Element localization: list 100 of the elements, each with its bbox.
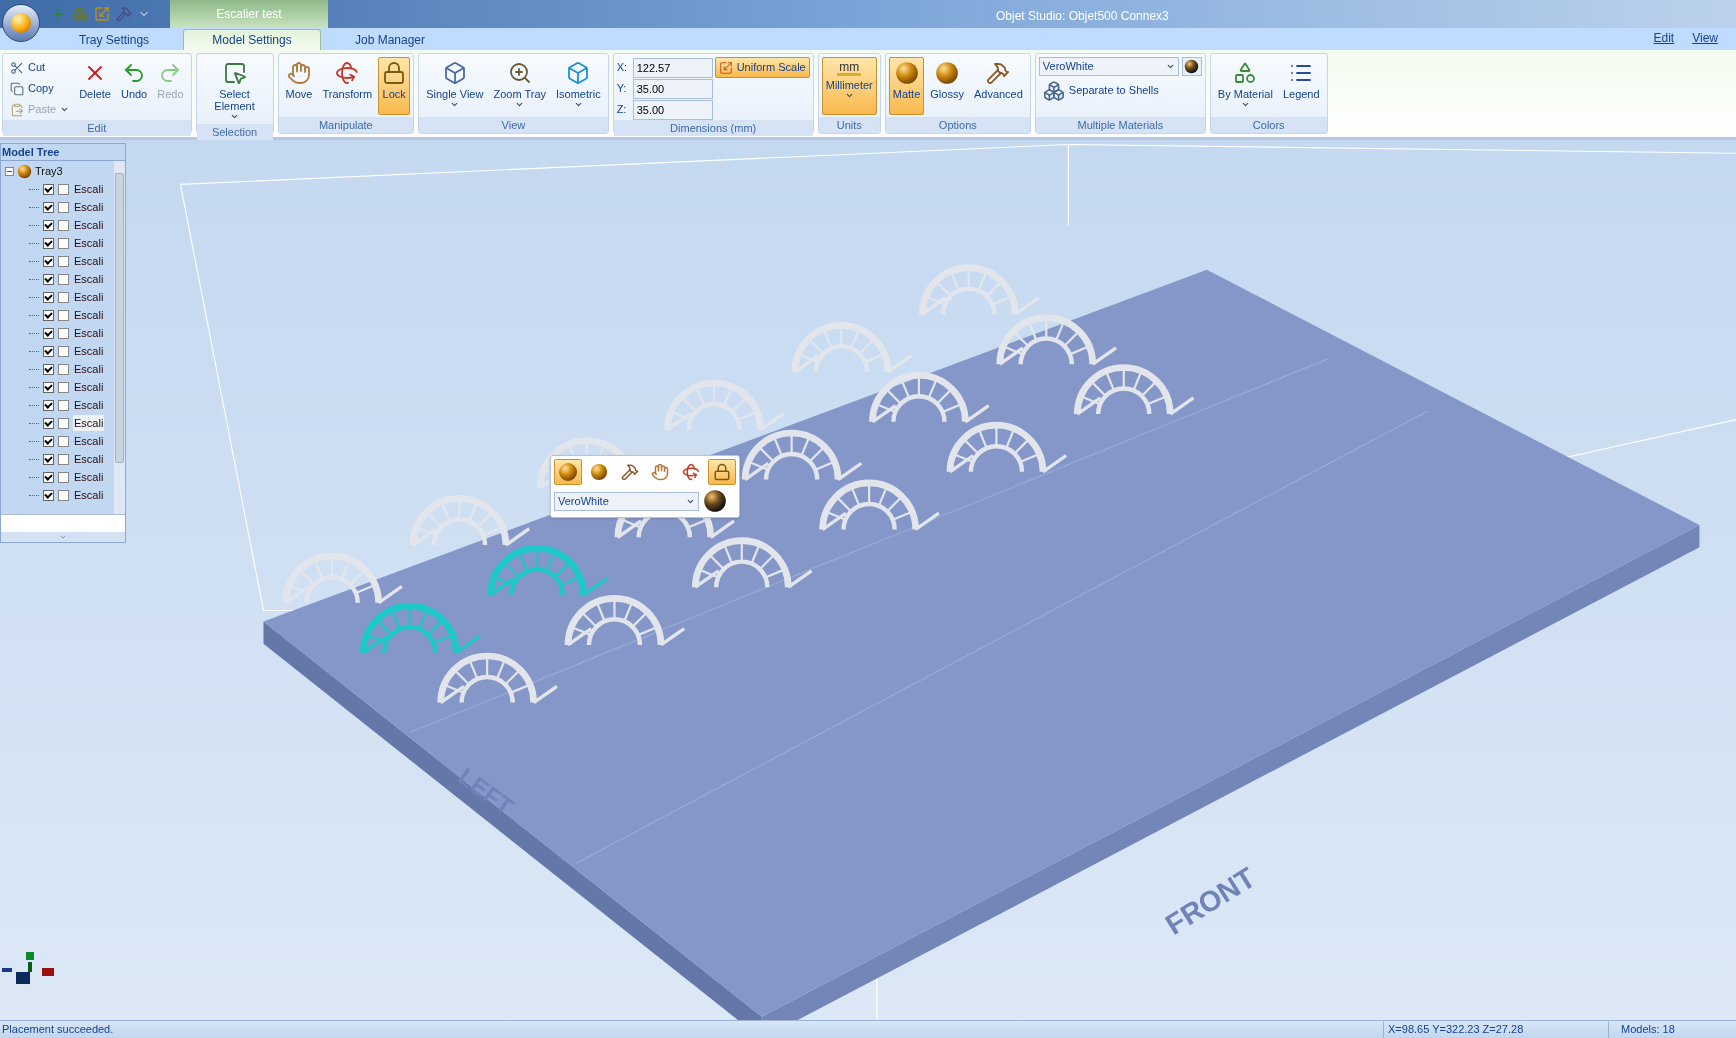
checkbox[interactable] — [43, 363, 54, 375]
ribbon-button[interactable]: Single View — [422, 57, 488, 115]
ribbon-button[interactable]: Legend — [1278, 57, 1324, 115]
tree-item[interactable]: Escali — [73, 342, 105, 360]
checkbox[interactable] — [58, 417, 69, 429]
checkbox[interactable] — [58, 273, 69, 285]
tree-item[interactable]: Escali — [73, 234, 105, 252]
dimension-field[interactable]: 35.00 — [632, 99, 713, 120]
ribbon-tab[interactable]: Job Manager — [321, 29, 459, 50]
tree-item[interactable]: Escali — [73, 468, 105, 486]
checkbox[interactable] — [43, 237, 54, 249]
ribbon-button[interactable]: Undo — [116, 57, 152, 115]
ribbon-button[interactable]: By Material — [1213, 57, 1277, 115]
scrollbar[interactable] — [114, 161, 125, 514]
checkbox[interactable] — [43, 309, 54, 321]
ribbon-button[interactable]: Matte — [888, 57, 925, 115]
sphere-icon — [935, 61, 960, 85]
checkbox[interactable] — [43, 255, 54, 267]
checkbox[interactable] — [58, 201, 69, 213]
ribbon-button[interactable]: Isometric — [552, 57, 605, 115]
tree-item[interactable]: Escali — [73, 270, 105, 288]
ribbon-button[interactable]: Zoom Tray — [489, 57, 550, 115]
group-title: Units — [818, 117, 880, 133]
checkbox[interactable] — [43, 345, 54, 357]
checkbox[interactable] — [58, 453, 69, 465]
checkbox[interactable] — [58, 327, 69, 339]
checkbox[interactable] — [58, 345, 69, 357]
ribbon-button[interactable]: Separate to Shells — [1038, 80, 1202, 101]
tree-item[interactable]: Escali — [73, 360, 105, 378]
checkbox[interactable] — [43, 381, 54, 393]
tree-item[interactable]: Tray3 — [35, 163, 63, 180]
checkbox[interactable] — [58, 237, 69, 249]
sphere-icon — [894, 61, 919, 85]
collapse-toggle[interactable] — [5, 167, 14, 176]
dimension-field[interactable]: 35.00 — [632, 78, 713, 99]
sphere-icon — [589, 463, 608, 481]
tree-item[interactable]: Escali — [73, 396, 105, 414]
checkbox[interactable] — [58, 291, 69, 303]
tree-item[interactable]: Escali — [73, 216, 105, 234]
checkbox[interactable] — [43, 453, 54, 465]
ribbon-button[interactable]: Cut — [6, 57, 74, 78]
hand-icon — [651, 463, 670, 481]
material-dropdown[interactable]: VeroWhite — [554, 491, 699, 511]
ribbon-button[interactable]: Delete — [75, 57, 115, 115]
menu-item[interactable]: View — [1692, 29, 1718, 47]
ribbon-button[interactable]: mm Millimeter — [821, 57, 877, 115]
checkbox[interactable] — [58, 255, 69, 267]
tree-item[interactable]: Escali — [73, 288, 105, 306]
checkbox[interactable] — [58, 219, 69, 231]
checkbox[interactable] — [43, 399, 54, 411]
group-title: Multiple Materials — [1035, 117, 1205, 133]
checkbox[interactable] — [43, 417, 54, 429]
material-dropdown[interactable]: VeroWhite — [1038, 57, 1179, 76]
tree-item[interactable]: Escali — [73, 198, 105, 216]
tree-item[interactable]: Escali — [73, 486, 105, 504]
checkbox[interactable] — [43, 471, 54, 483]
dimension-field[interactable]: 122.57 — [632, 57, 713, 78]
checkbox[interactable] — [58, 309, 69, 321]
tree-item[interactable]: Escali — [73, 180, 105, 198]
group-title: Colors — [1210, 117, 1327, 133]
checkbox[interactable] — [58, 435, 69, 447]
cube-icon — [566, 61, 591, 85]
ribbon-button[interactable]: Transform — [318, 57, 377, 115]
checkbox[interactable] — [58, 381, 69, 393]
tree-item[interactable]: Escali — [73, 378, 105, 396]
tree-item[interactable]: Escali — [73, 414, 105, 432]
ribbon-button[interactable]: Uniform Scale — [714, 57, 810, 78]
toolbar-button[interactable] — [708, 459, 736, 485]
ribbon-button[interactable]: Copy — [6, 78, 74, 99]
tree-item[interactable]: Escali — [73, 252, 105, 270]
checkbox[interactable] — [43, 183, 54, 195]
checkbox[interactable] — [58, 363, 69, 375]
checkbox[interactable] — [43, 219, 54, 231]
checkbox[interactable] — [43, 291, 54, 303]
toolbar-button[interactable] — [554, 459, 582, 485]
ribbon-tab[interactable]: Model Settings — [183, 29, 321, 50]
tree-item[interactable]: Escali — [73, 432, 105, 450]
checkbox[interactable] — [43, 489, 54, 501]
checkbox[interactable] — [43, 273, 54, 285]
ribbon-button[interactable]: Select Element — [199, 57, 270, 124]
ribbon-button[interactable]: Advanced — [969, 57, 1027, 115]
ribbon-button[interactable]: Lock — [378, 57, 411, 115]
tree-item[interactable]: Escali — [73, 306, 105, 324]
contextual-tab-header: Escalier test — [170, 0, 328, 28]
checkbox[interactable] — [58, 399, 69, 411]
material-color-button[interactable] — [1181, 57, 1202, 76]
checkbox[interactable] — [58, 471, 69, 483]
checkbox[interactable] — [43, 435, 54, 447]
padlock-icon — [382, 61, 407, 85]
ribbon-button[interactable]: Glossy — [926, 57, 968, 115]
tree-item[interactable]: Escali — [73, 324, 105, 342]
caret-icon — [1165, 62, 1175, 71]
ribbon-button[interactable]: Move — [281, 57, 317, 115]
menu-item[interactable]: Edit — [1653, 29, 1675, 47]
checkbox[interactable] — [43, 327, 54, 339]
tree-item[interactable]: Escali — [73, 450, 105, 468]
checkbox[interactable] — [58, 489, 69, 501]
ribbon-tab[interactable]: Tray Settings — [45, 29, 183, 50]
checkbox[interactable] — [58, 183, 69, 195]
checkbox[interactable] — [43, 201, 54, 213]
